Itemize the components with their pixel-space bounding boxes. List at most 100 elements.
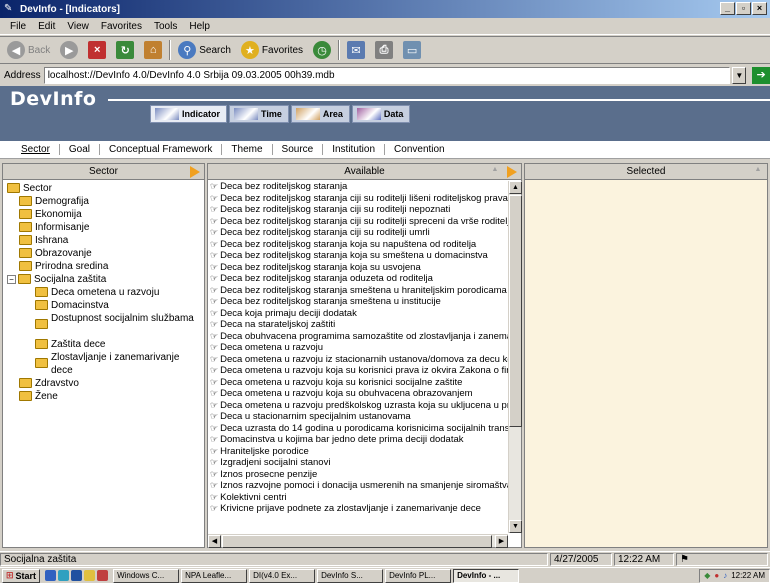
list-item[interactable]: ☞ Deca obuhvacena programima samozaštite … <box>208 331 508 343</box>
start-button[interactable]: ⊞ Start <box>2 568 41 583</box>
list-item[interactable]: ☞ Deca bez roditeljskog staranja <box>208 181 508 193</box>
minimize-button[interactable]: _ <box>720 2 735 15</box>
menu-edit[interactable]: Edit <box>32 21 61 32</box>
antivirus-icon[interactable]: ● <box>714 571 719 580</box>
address-dropdown-button[interactable]: ▼ <box>732 66 747 84</box>
available-horizontal-scrollbar[interactable]: ◀ ▶ <box>208 534 508 548</box>
menu-help[interactable]: Help <box>183 21 216 32</box>
list-item[interactable]: ☞ Iznos prosecne penzije <box>208 469 508 481</box>
list-item[interactable]: ☞ Deca bez roditeljskog staranja koja su … <box>208 250 508 262</box>
tree-item[interactable]: Ishrana <box>7 234 204 247</box>
list-item[interactable]: ☞ Deca ometena u razvoju predškolskog uzr… <box>208 400 508 412</box>
list-item[interactable]: ☞ Hraniteljske porodice <box>208 446 508 458</box>
list-item[interactable]: ☞ Izgradjeni socijalni stanovi <box>208 457 508 469</box>
media-icon[interactable] <box>97 570 109 581</box>
tab-data[interactable]: Data <box>351 105 411 123</box>
list-item[interactable]: ☞ Iznos razvojne pomoci i donacija usmere… <box>208 480 508 492</box>
tree-item[interactable]: Domacinstva <box>7 299 204 312</box>
taskbar-item[interactable]: DevInfo PL... <box>385 568 452 583</box>
volume-icon[interactable]: ♪ <box>723 571 727 580</box>
menu-file[interactable]: File <box>4 21 32 32</box>
horizontal-scroll-thumb[interactable] <box>222 535 492 548</box>
tree-item[interactable]: Žene <box>7 390 204 403</box>
sort-icon[interactable]: ▲ <box>489 166 501 177</box>
list-item[interactable]: ☞ Deca bez roditeljskog staranja koja su … <box>208 239 508 251</box>
close-button[interactable]: × <box>752 2 767 15</box>
scroll-up-icon[interactable]: ▲ <box>509 181 522 194</box>
forward-button[interactable]: ▶ <box>57 39 81 61</box>
tree-item[interactable]: Dostupnost socijalnim službama <box>7 312 204 338</box>
favorites-button[interactable]: ★ Favorites <box>238 39 306 61</box>
subtab-sector[interactable]: Sector <box>12 144 60 155</box>
stop-button[interactable]: × <box>85 39 109 61</box>
back-button[interactable]: ◀ Back <box>4 39 53 61</box>
taskbar-item[interactable]: DevInfo S... <box>317 568 384 583</box>
list-item[interactable]: ☞ Deca bez roditeljskog staranja ciji su … <box>208 204 508 216</box>
tree-item[interactable]: Prirodna sredina <box>7 260 204 273</box>
subtab-conceptual-framework[interactable]: Conceptual Framework <box>100 144 223 155</box>
list-item[interactable]: ☞ Domacinstva u kojima bar jedno dete pri… <box>208 434 508 446</box>
taskbar-item[interactable]: Windows C... <box>113 568 180 583</box>
ie-icon[interactable] <box>45 570 57 581</box>
list-item[interactable]: ☞ Deca bez roditeljskog staranja oduzeta … <box>208 273 508 285</box>
list-item[interactable]: ☞ Deca ometena u razvoju iz stacionarnih … <box>208 354 508 366</box>
tree-item[interactable]: Informisanje <box>7 221 204 234</box>
home-button[interactable]: ⌂ <box>141 39 165 61</box>
list-item[interactable]: ☞ Deca ometena u razvoju koja su korisnic… <box>208 377 508 389</box>
taskbar-item[interactable]: DI(v4.0 Ex... <box>249 568 316 583</box>
tree-item[interactable]: Obrazovanje <box>7 247 204 260</box>
sort-icon[interactable]: ▲ <box>752 166 764 177</box>
menu-view[interactable]: View <box>61 21 95 32</box>
available-vertical-scrollbar[interactable]: ▲ ▼ <box>508 181 522 533</box>
list-item[interactable]: ☞ Deca bez roditeljskog staranja ciji su … <box>208 216 508 228</box>
scroll-right-icon[interactable]: ▶ <box>495 535 508 548</box>
list-item[interactable]: ☞ Deca u stacionarnim specijalnim ustanov… <box>208 411 508 423</box>
list-item[interactable]: ☞ Deca na starateljskoj zaštiti <box>208 319 508 331</box>
scroll-left-icon[interactable]: ◀ <box>208 535 221 548</box>
subtab-goal[interactable]: Goal <box>60 144 101 155</box>
address-input[interactable]: localhost://DevInfo 4.0/DevInfo 4.0 Srbi… <box>43 66 731 84</box>
scroll-down-icon[interactable]: ▼ <box>509 520 522 533</box>
taskbar-item-active[interactable]: DevInfo - ... <box>453 568 520 583</box>
list-item[interactable]: ☞ Deca bez roditeljskog staranja smeštena… <box>208 285 508 297</box>
folder-icon[interactable] <box>84 570 96 581</box>
network-icon[interactable]: ◆ <box>704 571 710 580</box>
list-item[interactable]: ☞ Deca bez roditeljskog staranja ciji su … <box>208 193 508 205</box>
list-item[interactable]: ☞ Deca bez roditeljskog staranja smeštena… <box>208 296 508 308</box>
tree-item[interactable]: Zaštita dece <box>7 338 204 351</box>
tree-item[interactable]: Zlostavljanje i zanemarivanje dece <box>7 351 204 377</box>
tab-indicator[interactable]: Indicator <box>150 105 228 123</box>
menu-favorites[interactable]: Favorites <box>95 21 148 32</box>
tree-item[interactable]: Deca ometena u razvoju <box>7 286 204 299</box>
list-item[interactable]: ☞ Krivicne prijave podnete za zlostavljan… <box>208 503 508 515</box>
tab-area[interactable]: Area <box>290 105 350 123</box>
restore-button[interactable]: ▫ <box>736 2 751 15</box>
tree-item[interactable]: Zdravstvo <box>7 377 204 390</box>
taskbar-item[interactable]: NPA Leafle... <box>181 568 248 583</box>
word-icon[interactable] <box>71 570 83 581</box>
tree-item[interactable]: Ekonomija <box>7 208 204 221</box>
subtab-source[interactable]: Source <box>273 144 324 155</box>
history-button[interactable]: ◷ <box>310 39 334 61</box>
search-button[interactable]: ⚲ Search <box>175 39 234 61</box>
subtab-theme[interactable]: Theme <box>222 144 273 155</box>
list-item[interactable]: ☞ Deca bez roditeljskog staranja koja su … <box>208 262 508 274</box>
tree-item[interactable]: Sector <box>7 182 204 195</box>
subtab-institution[interactable]: Institution <box>323 144 386 155</box>
tree-item[interactable]: − Socijalna zaštita <box>7 273 204 286</box>
list-item[interactable]: ☞ Deca ometena u razvoju koja su obuhvace… <box>208 388 508 400</box>
add-selected-arrow-icon[interactable] <box>507 166 517 178</box>
mail-button[interactable]: ✉ <box>344 39 368 61</box>
menu-tools[interactable]: Tools <box>148 21 183 32</box>
go-arrow-icon[interactable]: ➔ <box>752 66 770 84</box>
print-button[interactable]: ⎙ <box>372 39 396 61</box>
list-item[interactable]: ☞ Deca ometena u razvoju koja su korisnic… <box>208 365 508 377</box>
scroll-thumb[interactable] <box>509 195 522 427</box>
subtab-convention[interactable]: Convention <box>385 144 454 155</box>
tab-time[interactable]: Time <box>229 105 289 123</box>
tree-expander-icon[interactable]: − <box>7 275 16 284</box>
outlook-icon[interactable] <box>58 570 70 581</box>
tree-item[interactable]: Demografija <box>7 195 204 208</box>
list-item[interactable]: ☞ Deca uzrasta do 14 godina u porodicama … <box>208 423 508 435</box>
list-item[interactable]: ☞ Deca bez roditeljskog staranja ciji su … <box>208 227 508 239</box>
